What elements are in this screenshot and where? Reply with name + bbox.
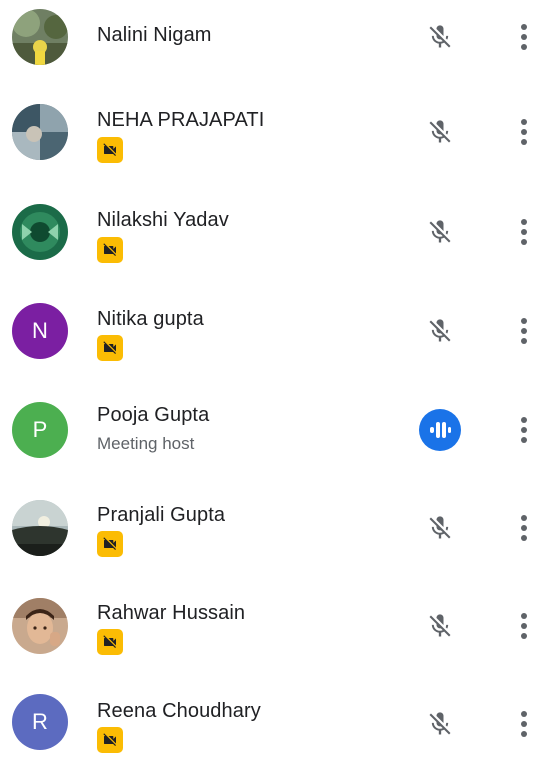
participant-name: Pooja Gupta: [97, 404, 210, 426]
mic-off-icon[interactable]: [420, 311, 460, 351]
avatar: R: [12, 694, 68, 750]
participant-name: Pranjali Gupta: [97, 504, 226, 526]
participant-name: Nalini Nigam: [97, 24, 212, 46]
mic-off-icon[interactable]: [420, 212, 460, 252]
participant-name: Nitika gupta: [97, 308, 204, 330]
camera-off-badge: [97, 531, 123, 557]
camera-off-icon: [103, 243, 116, 256]
avatar: [12, 9, 68, 65]
camera-off-badge: [97, 727, 123, 753]
avatar: N: [12, 303, 68, 359]
mic-off-icon[interactable]: [420, 112, 460, 152]
camera-off-badge: [97, 335, 123, 361]
avatar: [12, 104, 68, 160]
avatar-letter: N: [32, 318, 48, 343]
avatar-letter: R: [32, 709, 48, 734]
camera-off-icon: [103, 537, 116, 550]
camera-off-icon: [103, 143, 116, 156]
camera-off-icon: [103, 341, 116, 354]
avatar-photo: [12, 9, 68, 65]
participant-name: Rahwar Hussain: [97, 602, 246, 624]
speaking-icon: [419, 409, 461, 451]
camera-off-badge: [97, 137, 123, 163]
avatar: [12, 204, 68, 260]
camera-off-badge: [97, 237, 123, 263]
more-vert-icon[interactable]: [510, 313, 533, 349]
mic-off-icon[interactable]: [420, 17, 460, 57]
more-vert-icon[interactable]: [510, 706, 533, 742]
participant-name: Reena Choudhary: [97, 700, 261, 722]
avatar-photo: [12, 104, 68, 160]
avatar-photo: [12, 598, 68, 654]
avatar: [12, 598, 68, 654]
avatar-photo: [12, 500, 68, 556]
mic-off-icon[interactable]: [420, 606, 460, 646]
camera-off-icon: [103, 635, 116, 648]
participant-row: N Nitika gupta: [0, 300, 533, 390]
avatar-photo: [12, 204, 68, 260]
more-vert-icon[interactable]: [510, 510, 533, 546]
participant-row: NEHA PRAJAPATI: [0, 100, 533, 190]
avatar-letter: P: [32, 417, 48, 442]
participant-row: Pranjali Gupta: [0, 500, 533, 590]
participant-name: Nilakshi Yadav: [97, 209, 229, 231]
participant-role: Meeting host: [97, 434, 195, 453]
avatar: P: [12, 402, 68, 458]
participant-row: Rahwar Hussain: [0, 598, 533, 688]
participant-row: Nilakshi Yadav: [0, 200, 533, 290]
camera-off-icon: [103, 733, 116, 746]
more-vert-icon[interactable]: [510, 19, 533, 55]
participant-row: R Reena Choudhary: [0, 694, 533, 784]
participant-row: P Pooja Gupta Meeting host: [0, 400, 533, 490]
camera-off-badge: [97, 629, 123, 655]
more-vert-icon[interactable]: [510, 412, 533, 448]
more-vert-icon[interactable]: [510, 114, 533, 150]
participant-row: Nalini Nigam: [0, 0, 533, 90]
avatar: [12, 500, 68, 556]
mic-off-icon[interactable]: [420, 704, 460, 744]
more-vert-icon[interactable]: [510, 214, 533, 250]
mic-off-icon[interactable]: [420, 508, 460, 548]
more-vert-icon[interactable]: [510, 608, 533, 644]
participant-name: NEHA PRAJAPATI: [97, 109, 265, 131]
